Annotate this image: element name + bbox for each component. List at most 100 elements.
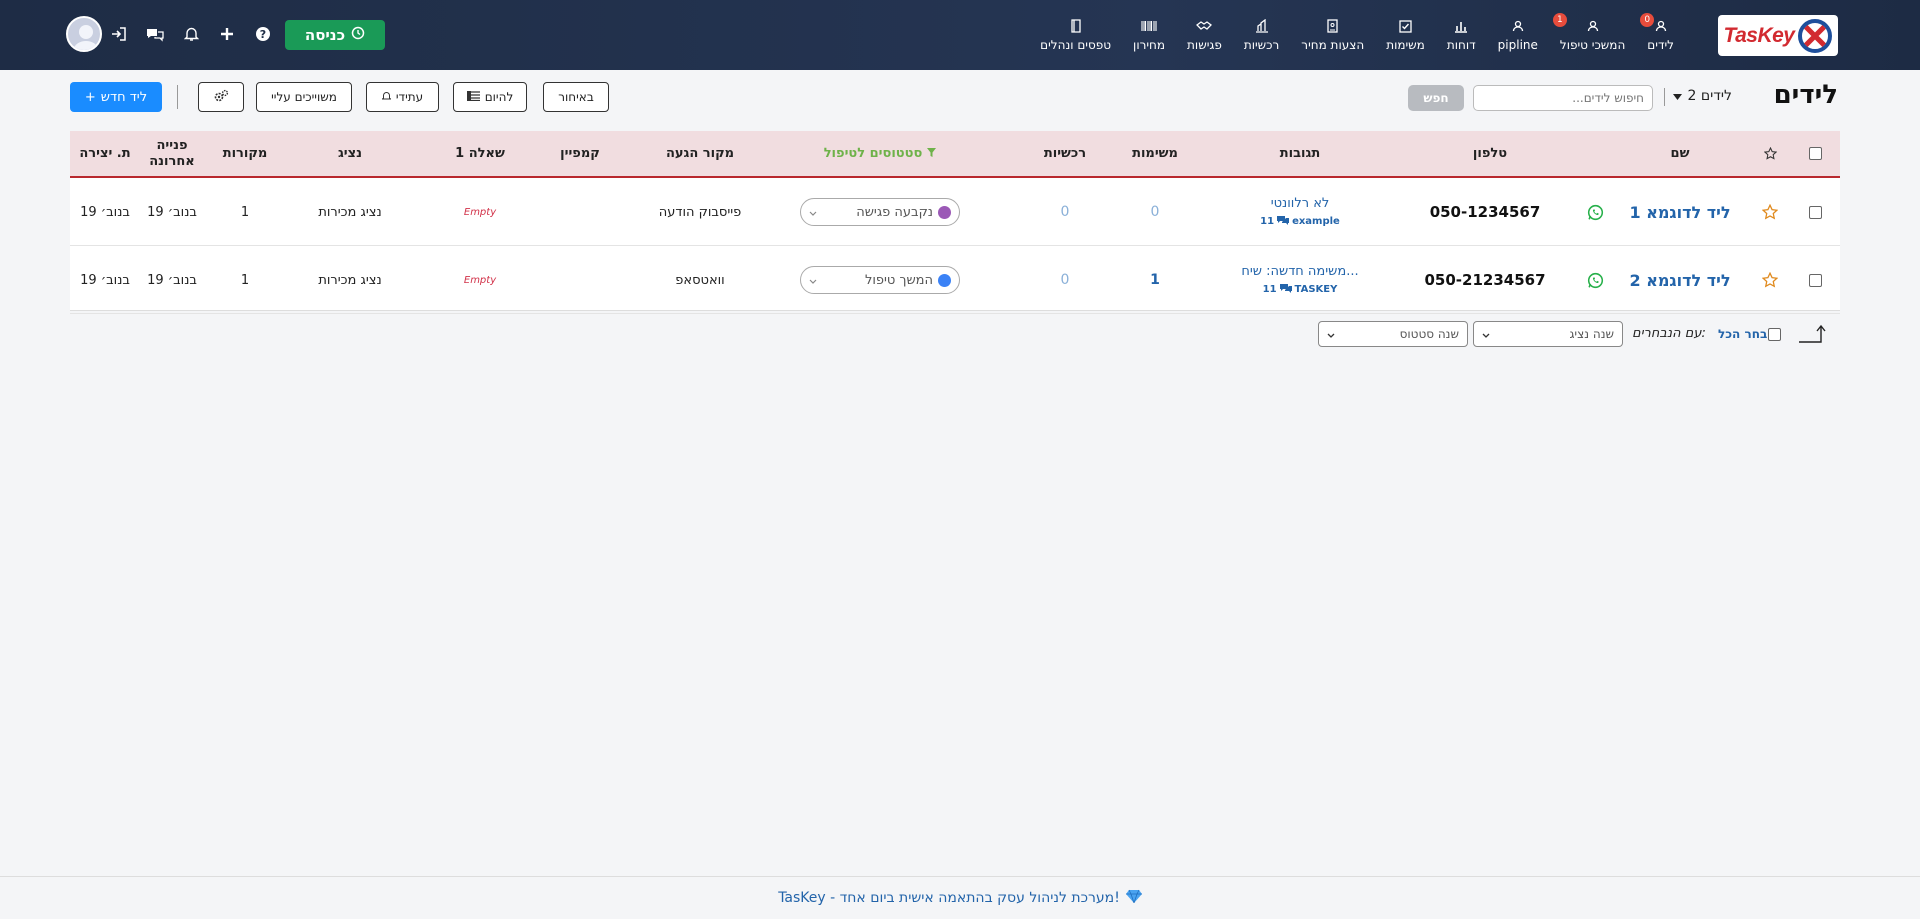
col-purchases[interactable]: רכשיות bbox=[1025, 131, 1105, 176]
change-status-label: שנה סטטוס bbox=[1399, 327, 1459, 341]
col-phone[interactable]: טלפון bbox=[1390, 131, 1590, 176]
nav-label: מחירון bbox=[1133, 38, 1166, 52]
col-created[interactable]: ת. יצירה bbox=[70, 131, 140, 176]
leads-count-dropdown[interactable]: 2 לידים bbox=[1673, 88, 1732, 104]
future-button[interactable]: עתידי bbox=[366, 82, 439, 112]
nav-label: הצעות מחיר bbox=[1301, 38, 1365, 52]
reply-user: TASKEY bbox=[1294, 284, 1338, 295]
nav-item-purchases[interactable]: רכשיות bbox=[1233, 16, 1290, 58]
user-avatar[interactable] bbox=[66, 16, 102, 52]
last-contact-line2: אחרונה bbox=[149, 153, 195, 169]
col-status[interactable]: סטטוסים לטיפול bbox=[770, 131, 990, 176]
with-selected-label: עם הנבחרים: bbox=[1632, 326, 1706, 341]
header-tools: ? bbox=[110, 22, 272, 46]
star-icon-header[interactable] bbox=[1755, 131, 1785, 176]
phone-number[interactable]: 050-1234567 bbox=[1390, 178, 1580, 246]
nav-label: משימות bbox=[1386, 38, 1425, 52]
table-row[interactable]: ליד לדוגמא 1 050-1234567 לא רלוונטי 11 e… bbox=[70, 178, 1840, 246]
reply-text: משימה חדשה: שיח... bbox=[1241, 264, 1359, 279]
new-lead-button[interactable]: + ליד חדש bbox=[70, 82, 162, 112]
help-icon[interactable]: ? bbox=[254, 22, 272, 46]
status-color-dot bbox=[938, 205, 951, 219]
barcode-icon bbox=[1133, 16, 1165, 36]
col-replies[interactable]: תגובות bbox=[1215, 131, 1385, 176]
campaign bbox=[530, 178, 630, 246]
chevron-down-icon bbox=[1673, 88, 1683, 104]
lead-name-link[interactable]: ליד לדוגמא 2 bbox=[1620, 246, 1740, 314]
purchases-count[interactable]: 0 bbox=[1025, 178, 1105, 246]
status-select[interactable]: המשך טיפול bbox=[795, 246, 965, 314]
col-last-contact[interactable]: פנייה אחרונה bbox=[142, 131, 202, 176]
row-checkbox[interactable] bbox=[1800, 246, 1830, 314]
last-contact-date: 19 בנוב׳ bbox=[147, 272, 197, 288]
created-date: 19 בנוב׳ bbox=[80, 272, 130, 288]
status-label: המשך טיפול bbox=[864, 272, 933, 288]
bell-icon[interactable] bbox=[182, 22, 200, 46]
row-checkbox[interactable] bbox=[1800, 178, 1830, 246]
taskey-logo[interactable]: TasKey bbox=[1718, 15, 1838, 56]
whatsapp-icon[interactable] bbox=[1580, 178, 1610, 246]
nav-item-quotes[interactable]: הצעות מחיר bbox=[1290, 16, 1375, 58]
star-icon[interactable] bbox=[1755, 178, 1785, 246]
arrow-up-icon bbox=[1797, 324, 1829, 344]
campaign bbox=[530, 246, 630, 314]
purchases-count[interactable]: 0 bbox=[1025, 246, 1105, 314]
nav-item-forms[interactable]: טפסים ונהלים bbox=[1029, 16, 1122, 58]
phone-number[interactable]: 050-21234567 bbox=[1390, 246, 1580, 314]
tasks-count[interactable]: 1 bbox=[1110, 246, 1200, 314]
chat-icon[interactable] bbox=[146, 22, 164, 46]
col-campaign[interactable]: קמפיין bbox=[530, 131, 630, 176]
col-tasks[interactable]: משימות bbox=[1110, 131, 1200, 176]
login-icon[interactable] bbox=[110, 22, 128, 46]
lead-name-link[interactable]: ליד לדוגמא 1 bbox=[1620, 178, 1740, 246]
reply-meta: 11 TASKEY bbox=[1263, 283, 1338, 296]
select-all-label[interactable]: בחר הכל bbox=[1718, 327, 1767, 341]
tasks-count[interactable]: 0 bbox=[1110, 178, 1200, 246]
followups-badge: 1 bbox=[1552, 13, 1567, 27]
leads-count-label: 2 לידים bbox=[1687, 88, 1732, 104]
leads-table: שם טלפון תגובות משימות רכשיות סטטוסים לט… bbox=[70, 131, 1840, 314]
bulk-select-all-checkbox[interactable] bbox=[1768, 328, 1781, 341]
logo-text: TasKey bbox=[1723, 23, 1795, 47]
col-rep[interactable]: נציג bbox=[290, 131, 410, 176]
settings-button[interactable] bbox=[198, 82, 244, 112]
sales-rep: נציג מכירות bbox=[318, 272, 382, 288]
created-date: 19 בנוב׳ bbox=[80, 204, 130, 220]
nav-item-reports[interactable]: דוחות bbox=[1436, 16, 1487, 58]
table-row[interactable]: ליד לדוגמא 2 050-21234567 משימה חדשה: שי… bbox=[70, 246, 1840, 314]
col-question[interactable]: שאלה 1 bbox=[430, 131, 530, 176]
plus-icon[interactable] bbox=[218, 22, 236, 46]
star-icon[interactable] bbox=[1755, 246, 1785, 314]
col-sources[interactable]: מקורות bbox=[205, 131, 285, 176]
nav-item-pricelist[interactable]: מחירון bbox=[1122, 16, 1176, 58]
search-button[interactable]: חפש bbox=[1408, 85, 1464, 111]
comments-icon bbox=[1279, 283, 1292, 296]
col-name[interactable]: שם bbox=[1620, 131, 1740, 176]
nav-item-followups[interactable]: 1 המשכי טיפול bbox=[1549, 13, 1636, 58]
nav-item-leads[interactable]: 0 לידים bbox=[1636, 13, 1685, 58]
late-button[interactable]: באיחור bbox=[543, 82, 609, 112]
list-icon bbox=[466, 90, 480, 104]
document-icon bbox=[1301, 16, 1364, 36]
clock-in-button[interactable]: כניסה bbox=[285, 20, 385, 50]
comments-icon bbox=[1277, 215, 1290, 228]
last-reply[interactable]: לא רלוונטי 11 example bbox=[1215, 178, 1385, 246]
last-reply[interactable]: משימה חדשה: שיח... 11 TASKEY bbox=[1215, 246, 1385, 314]
assigned-to-me-button[interactable]: משוייכים עליי bbox=[256, 82, 352, 112]
reply-text: לא רלוונטי bbox=[1270, 196, 1330, 211]
nav-item-tasks[interactable]: משימות bbox=[1375, 16, 1436, 58]
col-source[interactable]: מקור הגעה bbox=[640, 131, 760, 176]
change-rep-select[interactable]: שנה נציג bbox=[1473, 321, 1623, 347]
nav-item-meetings[interactable]: פגישות bbox=[1176, 16, 1233, 58]
today-button[interactable]: להיום bbox=[453, 82, 527, 112]
search-input[interactable] bbox=[1473, 85, 1653, 111]
question-1[interactable]: Empty bbox=[430, 246, 530, 314]
select-all-checkbox-header[interactable] bbox=[1800, 131, 1830, 176]
footer-text[interactable]: TasKey - מערכת לניהול עסק בהתאמה אישית ב… bbox=[778, 890, 1120, 906]
status-select[interactable]: נקבעה פגישה bbox=[795, 178, 965, 246]
nav-item-pipeline[interactable]: pipline bbox=[1487, 16, 1549, 58]
change-status-select[interactable]: שנה סטטוס bbox=[1318, 321, 1468, 347]
whatsapp-icon[interactable] bbox=[1580, 246, 1610, 314]
question-1[interactable]: Empty bbox=[430, 178, 530, 246]
checkbox-icon bbox=[1386, 16, 1425, 36]
